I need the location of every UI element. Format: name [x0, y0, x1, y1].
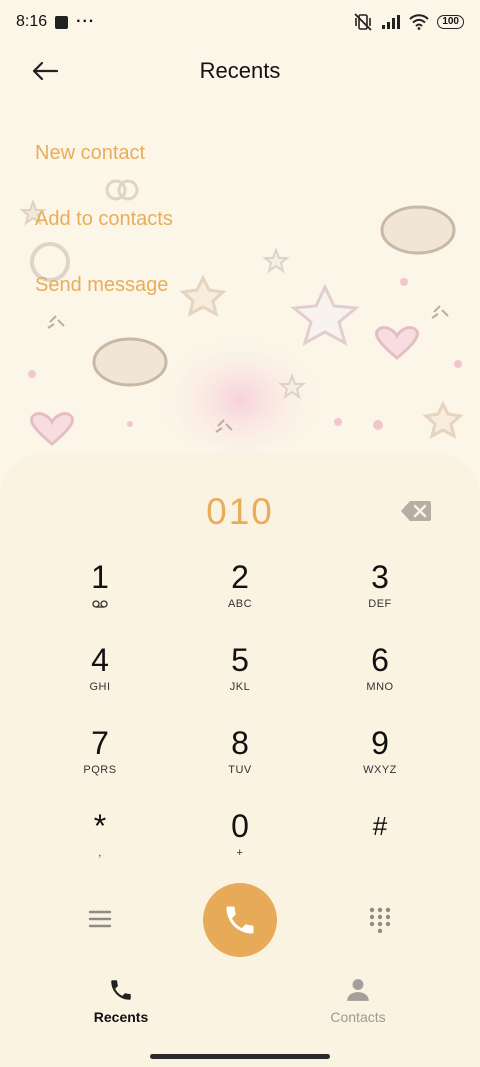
wifi-icon	[409, 14, 430, 30]
voicemail-icon	[92, 600, 108, 608]
more-notifications-icon: ···	[76, 13, 96, 30]
key-3[interactable]: 3 DEF	[310, 557, 450, 640]
phone-icon	[111, 980, 131, 1000]
back-button[interactable]	[28, 56, 62, 86]
key-letters: PQRS	[83, 764, 117, 776]
keypad: 1 2 ABC 3 DEF 4 GHI 5 JKL 6 MNO 7 PQRS 8…	[30, 557, 450, 889]
key-digit: *	[93, 808, 107, 844]
back-arrow-icon	[32, 61, 59, 81]
key-digit: 7	[91, 725, 109, 761]
key-letters: +	[236, 847, 244, 859]
send-message-option[interactable]: Send message	[35, 260, 173, 326]
key-5[interactable]: 5 JKL	[170, 640, 310, 723]
add-to-contacts-option[interactable]: Add to contacts	[35, 194, 173, 260]
key-digit: 3	[371, 559, 389, 595]
key-7[interactable]: 7 PQRS	[30, 723, 170, 806]
key-star[interactable]: * ,	[30, 806, 170, 889]
notification-app-icon	[55, 15, 69, 29]
home-indicator[interactable]	[150, 1054, 330, 1059]
backspace-icon[interactable]	[400, 500, 432, 522]
number-display: 010	[0, 489, 480, 535]
call-button[interactable]	[203, 883, 277, 957]
key-4[interactable]: 4 GHI	[30, 640, 170, 723]
key-digit: 1	[91, 559, 109, 595]
dial-options-menu: New contact Add to contacts Send message	[35, 128, 173, 326]
key-letters: MNO	[366, 681, 394, 693]
tab-recents[interactable]: Recents	[51, 977, 191, 1025]
key-digit: 2	[231, 559, 249, 595]
key-letters: ,	[98, 847, 102, 859]
key-1[interactable]: 1	[30, 557, 170, 640]
key-letters: JKL	[229, 681, 251, 693]
key-6[interactable]: 6 MNO	[310, 640, 450, 723]
dialer-panel: 010 1 2 ABC 3 DEF 4 GHI 5 JKL 6 MNO 7 PQ…	[0, 453, 480, 1067]
new-contact-option[interactable]: New contact	[35, 128, 173, 194]
key-digit: 6	[371, 642, 389, 678]
key-digit: 5	[231, 642, 249, 678]
key-letters: GHI	[89, 681, 111, 693]
key-letters: WXYZ	[363, 764, 397, 776]
status-time: 8:16	[16, 13, 48, 30]
key-digit: 4	[91, 642, 109, 678]
dialer-actions	[0, 883, 480, 959]
key-0[interactable]: 0 +	[170, 806, 310, 889]
bottom-navigation: Recents Contacts	[0, 977, 480, 1037]
page-title: Recents	[199, 58, 281, 83]
person-icon	[347, 979, 369, 1001]
key-digit: 9	[371, 725, 389, 761]
key-digit: #	[372, 811, 388, 841]
phone-icon	[226, 906, 254, 934]
key-8[interactable]: 8 TUV	[170, 723, 310, 806]
key-letters: DEF	[368, 598, 392, 610]
signal-icon	[382, 15, 401, 29]
key-letters: ABC	[227, 598, 253, 610]
battery-icon: 100	[437, 15, 464, 29]
dialpad-toggle-icon[interactable]	[368, 907, 392, 933]
key-9[interactable]: 9 WXYZ	[310, 723, 450, 806]
key-digit: 0	[231, 808, 249, 844]
tab-label: Recents	[93, 1009, 149, 1025]
key-digit: 8	[231, 725, 249, 761]
tab-contacts[interactable]: Contacts	[288, 977, 428, 1025]
app-bar: Recents	[0, 46, 480, 96]
tab-label: Contacts	[330, 1009, 386, 1025]
key-2[interactable]: 2 ABC	[170, 557, 310, 640]
status-bar: 8:16 ··· 100	[0, 0, 480, 44]
key-hash[interactable]: #	[310, 806, 450, 889]
vibrate-off-icon	[354, 13, 372, 31]
menu-icon[interactable]	[88, 909, 112, 929]
key-letters: TUV	[228, 764, 252, 776]
